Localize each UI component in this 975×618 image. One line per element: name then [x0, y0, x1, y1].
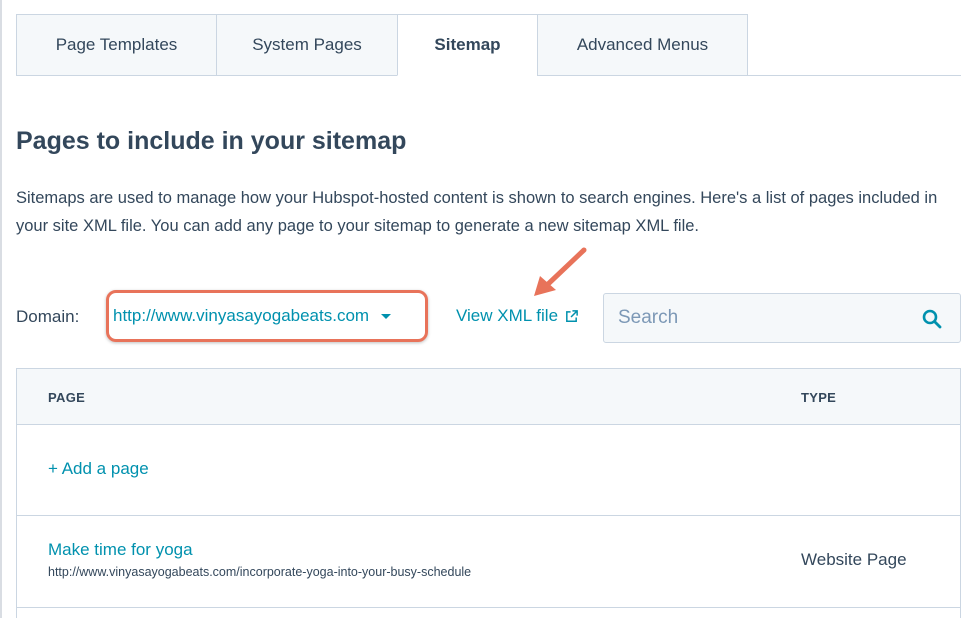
- tab-bar: Page Templates System Pages Sitemap Adva…: [16, 14, 748, 76]
- page-url: http://www.vinyasayogabeats.com/incorpor…: [48, 565, 472, 579]
- tab-baseline: [748, 75, 961, 76]
- column-header-page[interactable]: PAGE: [48, 390, 85, 405]
- table-row: Make time for yoga http://www.vinyasayog…: [17, 516, 960, 608]
- window-border: [0, 0, 2, 618]
- column-header-type[interactable]: TYPE: [801, 390, 836, 405]
- domain-selected-value: http://www.vinyasayogabeats.com: [113, 306, 370, 325]
- page-description: Sitemaps are used to manage how your Hub…: [16, 189, 938, 235]
- add-page-link[interactable]: + Add a page: [48, 459, 149, 479]
- page-name-link[interactable]: Make time for yoga: [48, 540, 193, 560]
- page-title: Pages to include in your sitemap: [16, 127, 407, 155]
- domain-dropdown[interactable]: http://www.vinyasayogabeats.com: [113, 297, 421, 335]
- domain-label: Domain:: [16, 307, 80, 326]
- tab-system-pages[interactable]: System Pages: [216, 14, 397, 76]
- view-xml-file-link[interactable]: View XML file: [456, 306, 579, 326]
- page-type: Website Page: [801, 550, 907, 569]
- tab-sitemap[interactable]: Sitemap: [397, 14, 537, 76]
- annotation-arrow-icon: [534, 247, 587, 296]
- search-input[interactable]: [604, 294, 904, 342]
- add-page-row: + Add a page: [17, 425, 960, 516]
- table-header: PAGE TYPE: [17, 369, 960, 425]
- tab-advanced-menus[interactable]: Advanced Menus: [537, 14, 748, 76]
- search-icon[interactable]: [922, 309, 942, 329]
- sitemap-table: PAGE TYPE + Add a page Make time for yog…: [16, 368, 961, 618]
- external-link-icon: [566, 309, 578, 322]
- caret-down-icon: [381, 313, 392, 319]
- search-box: [603, 293, 961, 343]
- tab-page-templates[interactable]: Page Templates: [16, 14, 216, 76]
- view-xml-file-label: View XML file: [456, 306, 559, 325]
